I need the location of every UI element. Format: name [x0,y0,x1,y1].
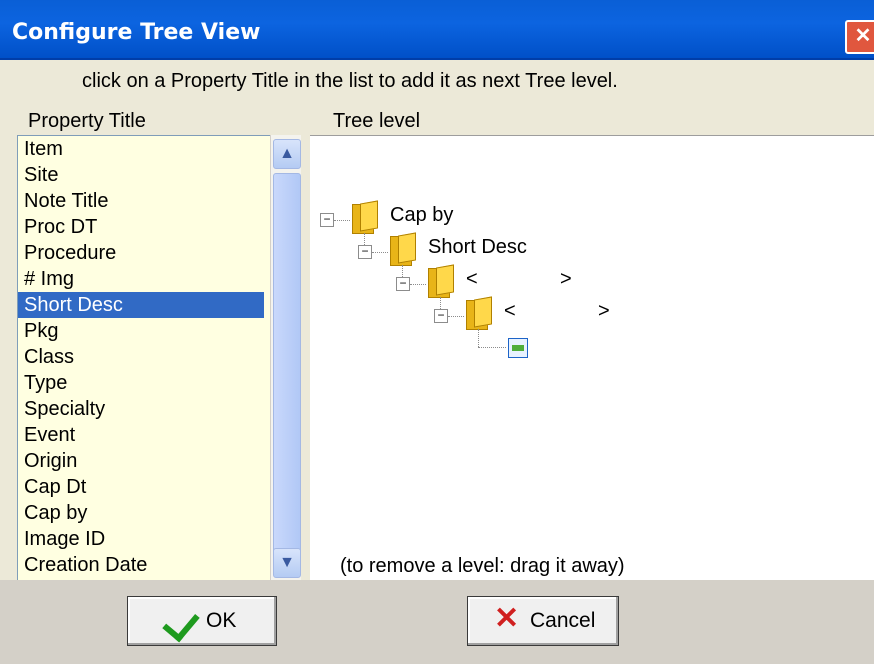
folder-icon [428,264,454,298]
list-item[interactable]: Image ID [18,526,264,552]
list-item[interactable]: Procedure [18,240,264,266]
close-button[interactable]: ✕ [845,20,874,54]
dialog-title: Configure Tree View [12,20,261,45]
folder-icon [390,232,416,266]
folder-icon [352,200,378,234]
tree-node-level-4-left[interactable]: < [504,300,516,336]
checkmark-icon [162,603,200,643]
tree-node-level-3-right: > [560,268,572,290]
tree-level-header: Tree level [333,110,421,132]
list-item[interactable]: Event [18,422,264,448]
tree-level-view[interactable]: − Cap by − Short Desc − < > − < > [310,135,874,581]
list-item[interactable]: Creation Date [18,552,264,578]
list-item[interactable]: Site [18,162,264,188]
folder-icon [466,296,492,330]
list-item[interactable]: Proc DT [18,214,264,240]
cancel-label: Cancel [530,609,596,632]
scroll-up-button[interactable]: ▲ [273,139,301,169]
list-item[interactable]: Pkg [18,318,264,344]
minus-expander-icon[interactable]: − [396,277,410,291]
tree-node-level-4-right: > [598,300,610,322]
cancel-button[interactable]: ✕ Cancel [467,596,619,646]
minus-expander-icon[interactable]: − [434,309,448,323]
property-title-header: Property Title [28,110,146,132]
title-bar[interactable]: Configure Tree View ✕ [0,0,874,60]
property-title-list[interactable]: Item Site Note Title Proc DT Procedure #… [17,135,301,582]
list-item[interactable]: # Img [18,266,264,292]
scroll-down-button[interactable]: ▼ [273,548,301,578]
list-item[interactable]: Specialty [18,396,264,422]
ok-button[interactable]: OK [127,596,277,646]
list-item[interactable]: Item [18,136,264,162]
ok-label: OK [206,609,237,632]
list-item[interactable]: Cap by [18,500,264,526]
remove-level-hint: (to remove a level: drag it away) [340,555,625,577]
list-item[interactable]: Class [18,344,264,370]
list-item[interactable]: Note Title [18,188,264,214]
list-scrollbar[interactable]: ▲ ▼ [270,135,301,580]
minus-expander-icon[interactable]: − [320,213,334,227]
scroll-thumb[interactable] [273,173,301,555]
list-item-selected[interactable]: Short Desc [18,292,264,318]
x-icon: ✕ [494,602,520,635]
configure-tree-view-dialog: Configure Tree View ✕ click on a Propert… [0,0,874,664]
list-item[interactable]: Type [18,370,264,396]
image-icon[interactable] [508,338,528,358]
minus-expander-icon[interactable]: − [358,245,372,259]
list-item[interactable]: Cap Dt [18,474,264,500]
list-item[interactable]: Origin [18,448,264,474]
instructions-text: click on a Property Title in the list to… [82,70,618,92]
